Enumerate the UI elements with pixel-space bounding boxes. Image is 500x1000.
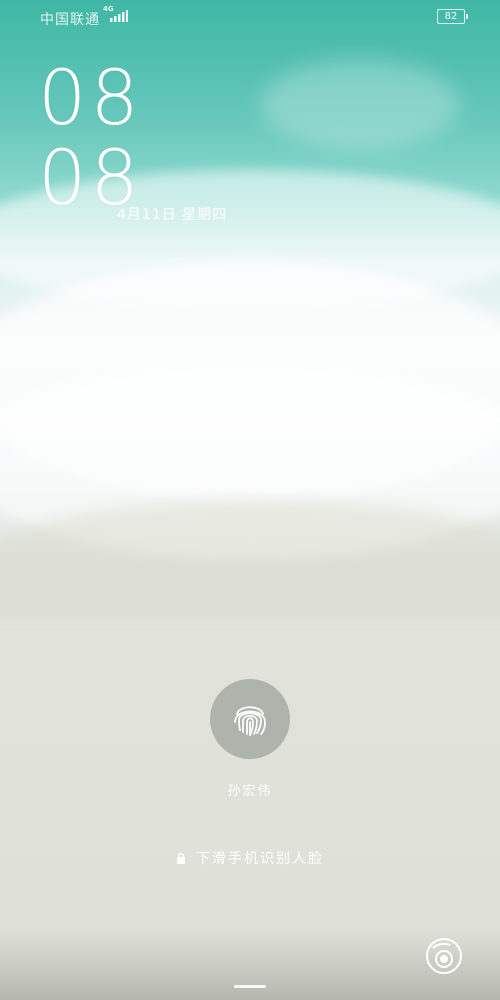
lock-screen: 中国联通 4G 82 08 08 4月11日 星期四 孙宏伟 下滑手机识别人脸 [0, 0, 500, 1000]
unlock-hint-text: 下滑手机识别人脸 [196, 851, 324, 867]
carrier-name: 中国联通 [40, 12, 100, 28]
clock-hour: 08 [38, 53, 143, 142]
date-label: 4月11日 星期四 [117, 207, 228, 223]
camera-icon[interactable] [424, 936, 464, 976]
unlock-hint: 下滑手机识别人脸 [0, 848, 500, 868]
fingerprint-icon [234, 706, 266, 736]
status-bar: 中国联通 4G 82 [0, 0, 500, 34]
lock-icon [177, 853, 185, 864]
fingerprint-button[interactable] [210, 679, 290, 759]
wallpaper-sand [0, 500, 500, 620]
signal-icon [110, 10, 128, 22]
clock: 08 08 [38, 53, 143, 222]
battery-icon: 82 [437, 9, 468, 24]
user-name: 孙宏伟 [227, 784, 273, 799]
home-indicator[interactable] [234, 985, 266, 988]
wallpaper-foam [260, 60, 460, 150]
clock-minute: 08 [38, 133, 143, 222]
